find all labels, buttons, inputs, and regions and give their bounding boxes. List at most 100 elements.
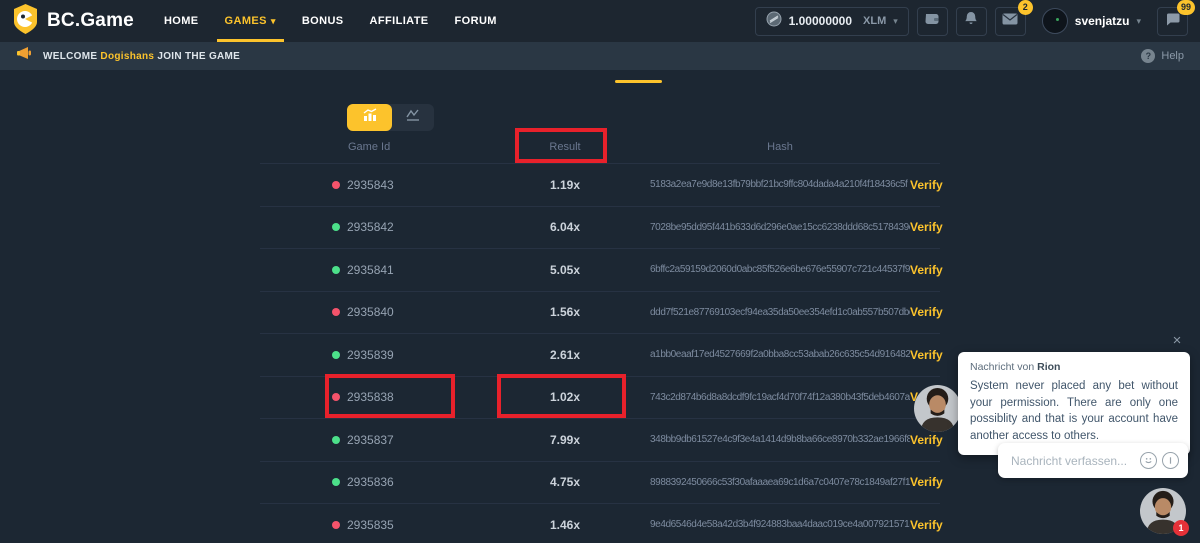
chat-toggle-button[interactable]: 99 — [1157, 7, 1188, 36]
nav-affiliate[interactable]: AFFILIATE — [370, 0, 429, 42]
table-row: 2935836 4.75x 8988392450666c53f30afaaaea… — [260, 461, 940, 504]
column-header-hash: Hash — [650, 141, 910, 153]
table-row: 2935843 1.19x 5183a2ea7e9d8e13fb79bbf21b… — [260, 163, 940, 206]
balance-selector[interactable]: 1.00000000 XLM ▾ — [755, 7, 909, 36]
line-chart-icon — [405, 108, 421, 127]
table-row: 2935839 2.61x a1bb0eaaf17ed4527669f2a0bb… — [260, 333, 940, 376]
welcome-username: Dogishans — [100, 51, 154, 62]
result-value: 1.19x — [480, 178, 650, 192]
table-row: 2935835 1.46x 9e4d6546d4e58a42d3b4f92488… — [260, 503, 940, 543]
chevron-down-icon: ▾ — [1136, 16, 1141, 27]
avatar — [1042, 8, 1068, 34]
verify-link[interactable]: Verify — [910, 518, 940, 532]
result-value: 4.75x — [480, 475, 650, 489]
bar-chart-view-button[interactable] — [347, 104, 392, 131]
close-icon[interactable]: × — [1168, 332, 1186, 349]
chat-message-body: System never placed any bet without your… — [970, 378, 1178, 445]
table-header-row: Game Id Result Hash — [260, 130, 940, 163]
balance-amount: 1.00000000 — [789, 14, 852, 28]
hash-value: 7028be95dd95f441b633d6d296e0ae15cc6238dd… — [650, 222, 910, 233]
messages-button[interactable]: 2 — [995, 7, 1026, 36]
coin-icon — [766, 11, 782, 32]
status-dot — [332, 478, 340, 486]
nav-home[interactable]: HOME — [164, 0, 199, 42]
status-dot — [332, 308, 340, 316]
status-dot — [332, 223, 340, 231]
game-id: 2935840 — [347, 305, 394, 319]
status-dot — [332, 181, 340, 189]
top-navbar: BC.Game HOME GAMES▾ BONUS AFFILIATE FORU… — [0, 0, 1200, 42]
game-id-cell: 2935843 — [260, 178, 480, 192]
notifications-button[interactable] — [956, 7, 987, 36]
result-value: 1.46x — [480, 518, 650, 532]
verify-link[interactable]: Verify — [910, 305, 940, 319]
nav-forum[interactable]: FORUM — [455, 0, 497, 42]
game-id-cell: 2935840 — [260, 305, 480, 319]
status-dot — [332, 521, 340, 529]
game-id-cell: 2935835 — [260, 518, 480, 532]
currency-label: XLM — [863, 15, 886, 27]
game-id: 2935837 — [347, 433, 394, 447]
hash-value: 348bb9db61527e4c9f3e4a1414d9b8ba66ce8970… — [650, 434, 910, 445]
envelope-icon — [1002, 12, 1018, 30]
game-id: 2935838 — [347, 390, 394, 404]
chat-unread-badge: 1 — [1173, 520, 1189, 536]
chevron-down-icon: ▾ — [893, 16, 898, 27]
status-dot — [332, 266, 340, 274]
help-icon: ? — [1141, 49, 1155, 63]
status-dot — [332, 436, 340, 444]
game-id: 2935841 — [347, 263, 394, 277]
emoji-icon[interactable] — [1140, 452, 1157, 469]
wallet-button[interactable] — [917, 7, 948, 36]
megaphone-icon — [16, 46, 33, 66]
page: BC.Game HOME GAMES▾ BONUS AFFILIATE FORU… — [0, 0, 1200, 543]
bcgame-logo-icon — [12, 4, 39, 39]
verify-link[interactable]: Verify — [910, 263, 940, 277]
game-id: 2935839 — [347, 348, 394, 362]
chat-message-title: Nachricht von Rion — [970, 361, 1178, 373]
status-dot — [332, 393, 340, 401]
chat-input[interactable] — [1011, 454, 1135, 468]
logo[interactable]: BC.Game — [12, 4, 134, 39]
verify-link[interactable]: Verify — [910, 433, 940, 447]
nav-games[interactable]: GAMES▾ — [225, 0, 276, 42]
result-value: 7.99x — [480, 433, 650, 447]
welcome-banner: WELCOME Dogishans JOIN THE GAME ? Help — [0, 42, 1200, 70]
attachment-icon[interactable] — [1162, 452, 1179, 469]
game-id: 2935843 — [347, 178, 394, 192]
line-chart-view-button[interactable] — [392, 104, 434, 131]
game-id: 2935835 — [347, 518, 394, 532]
verify-link[interactable]: Verify — [910, 475, 940, 489]
result-value: 5.05x — [480, 263, 650, 277]
chat-bubble-icon — [1165, 12, 1180, 31]
game-id-cell: 2935841 — [260, 263, 480, 277]
table-row: 2935837 7.99x 348bb9db61527e4c9f3e4a1414… — [260, 418, 940, 461]
wallet-icon — [924, 12, 940, 31]
chat-launcher-avatar[interactable]: 1 — [1140, 488, 1186, 534]
table-body: 2935843 1.19x 5183a2ea7e9d8e13fb79bbf21b… — [260, 163, 940, 543]
hash-value: 5183a2ea7e9d8e13fb79bbf21bc9ffc804dada4a… — [650, 179, 910, 190]
topbar-right: 1.00000000 XLM ▾ — [755, 7, 1188, 36]
help-link[interactable]: ? Help — [1141, 49, 1184, 63]
game-id-cell: 2935842 — [260, 220, 480, 234]
chat-sender-avatar — [914, 385, 961, 432]
hash-value: 9e4d6546d4e58a42d3b4f924883baa4daac019ce… — [650, 519, 910, 530]
table-row: 2935840 1.56x ddd7f521e87769103ecf94ea35… — [260, 291, 940, 334]
hash-value: ddd7f521e87769103ecf94ea35da50ee354efd1c… — [650, 307, 910, 318]
game-id-cell: 2935839 — [260, 348, 480, 362]
verify-link[interactable]: Verify — [910, 220, 940, 234]
verify-link[interactable]: Verify — [910, 178, 940, 192]
chat-message-card: Nachricht von Rion System never placed a… — [958, 352, 1190, 455]
verify-link[interactable]: Verify — [910, 348, 940, 362]
hash-value: 743c2d874b6d8a8dcdf9fc19acf4d70f74f12a38… — [650, 392, 910, 403]
hash-value: 8988392450666c53f30afaaaea69c1d6a7c0407e… — [650, 477, 910, 488]
username: svenjatzu — [1075, 14, 1130, 28]
game-id: 2935836 — [347, 475, 394, 489]
user-menu[interactable]: svenjatzu ▾ — [1042, 8, 1141, 34]
chat-badge: 99 — [1177, 0, 1195, 15]
game-id: 2935842 — [347, 220, 394, 234]
hash-value: a1bb0eaaf17ed4527669f2a0bba8cc53abab26c6… — [650, 349, 910, 360]
main-nav: HOME GAMES▾ BONUS AFFILIATE FORUM — [164, 0, 497, 42]
result-value: 2.61x — [480, 348, 650, 362]
nav-bonus[interactable]: BONUS — [302, 0, 344, 42]
